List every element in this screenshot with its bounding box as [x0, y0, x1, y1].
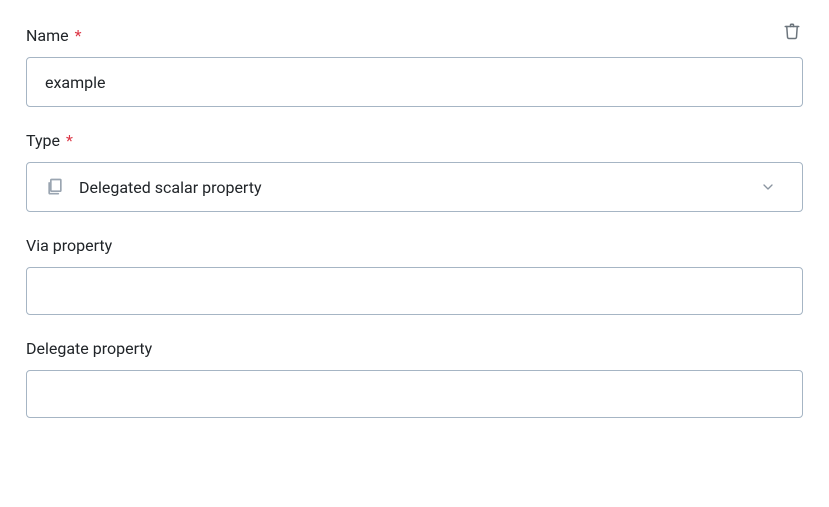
name-label-row: Name * [26, 26, 803, 45]
name-label: Name * [26, 26, 781, 45]
via-property-field-group [26, 267, 803, 315]
name-label-text: Name [26, 26, 69, 45]
type-required-mark: * [66, 131, 73, 150]
name-label-wrapper: Name * [26, 26, 781, 45]
name-required-mark: * [75, 26, 82, 45]
type-label: Type * [26, 131, 803, 150]
name-input[interactable] [26, 57, 803, 107]
name-field-group [26, 57, 803, 107]
via-property-label: Via property [26, 236, 803, 255]
chevron-down-icon [760, 179, 784, 195]
delegate-property-input[interactable] [26, 370, 803, 418]
type-label-text: Type [26, 131, 60, 150]
via-property-label-wrapper: Via property [26, 236, 803, 255]
delegate-property-label-wrapper: Delegate property [26, 339, 803, 358]
type-select[interactable]: Delegated scalar property [26, 162, 803, 212]
type-select-value: Delegated scalar property [79, 178, 746, 197]
delete-button[interactable] [781, 20, 803, 45]
property-form: Name * Type * [26, 26, 803, 418]
delegate-property-field-group [26, 370, 803, 418]
type-select-wrapper: Delegated scalar property [26, 162, 803, 212]
type-label-wrapper: Type * [26, 131, 803, 150]
trash-icon [783, 22, 801, 43]
type-field-group: Delegated scalar property [26, 162, 803, 212]
via-property-input[interactable] [26, 267, 803, 315]
property-type-icon [45, 177, 65, 197]
delegate-property-label: Delegate property [26, 339, 803, 358]
